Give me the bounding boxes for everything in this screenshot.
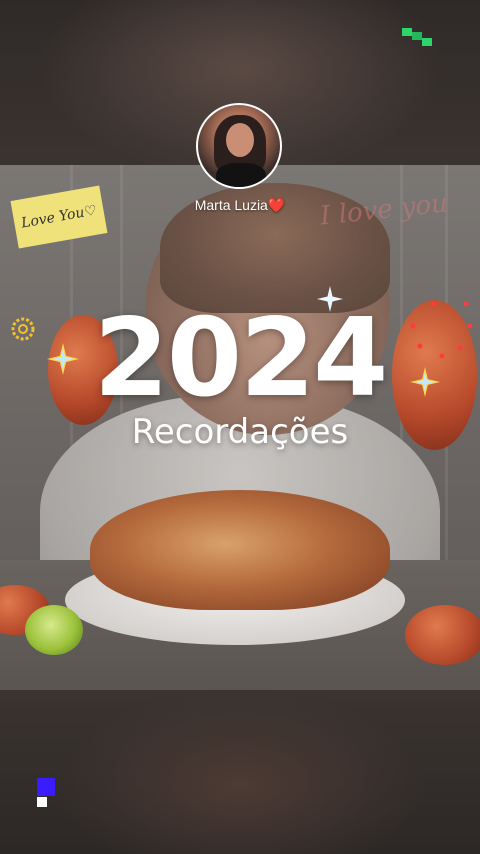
subtitle: Recordações: [131, 412, 349, 452]
profile-name[interactable]: Marta Luzia❤️: [0, 197, 480, 214]
heart-icon: ❤️: [267, 197, 286, 213]
avatar[interactable]: [196, 103, 282, 189]
profile-name-text: Marta Luzia: [194, 197, 268, 213]
year-title: 2024: [93, 296, 389, 421]
brand-indicator-icon: [37, 778, 55, 807]
loading-indicator-icon: [402, 28, 432, 46]
lime: [25, 605, 83, 655]
food: [90, 490, 390, 610]
sticky-note: Love You♡: [10, 185, 108, 249]
crab-right-edge: [405, 605, 480, 665]
